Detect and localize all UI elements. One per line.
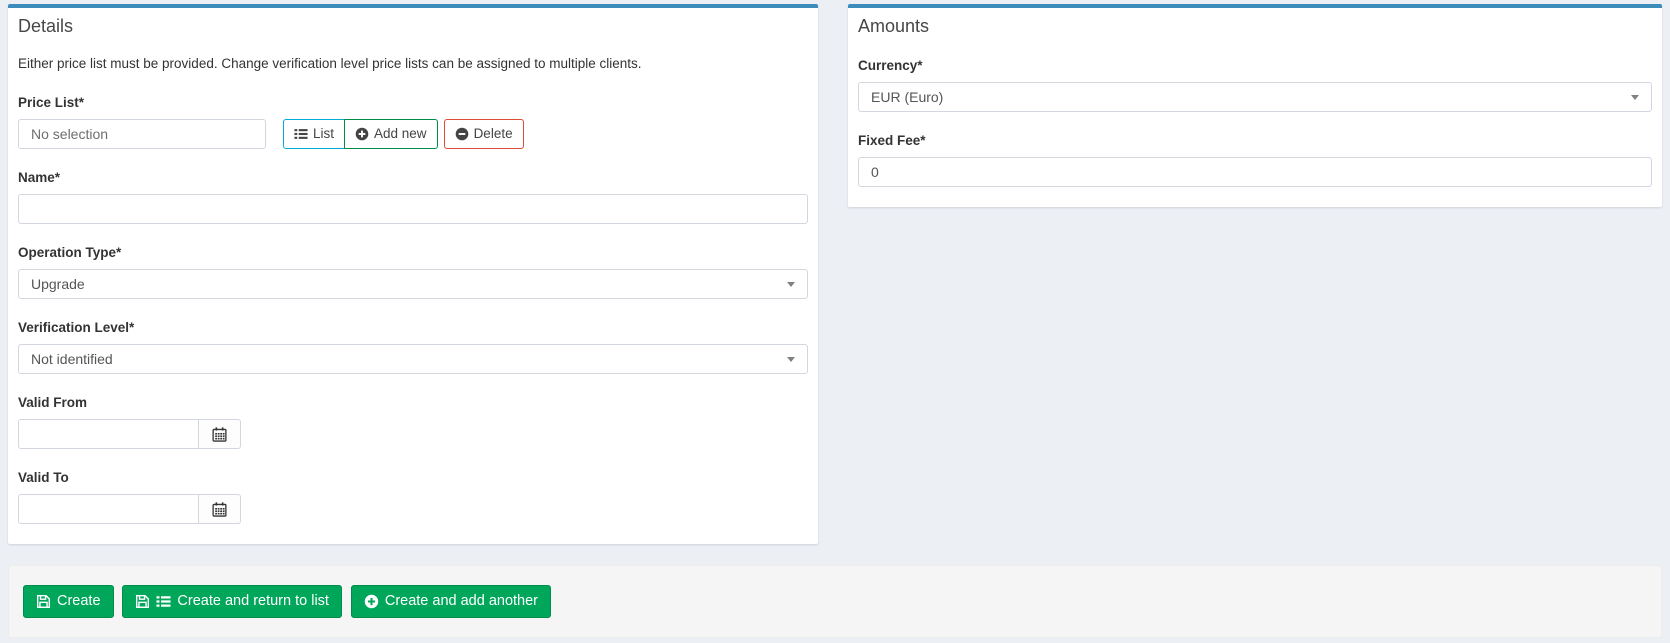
operation-type-label: Operation Type*	[18, 246, 808, 260]
details-panel-title: Details	[18, 16, 73, 36]
amounts-panel-header: Amounts	[848, 8, 1662, 39]
create-and-add-another-button[interactable]: Create and add another	[351, 585, 551, 618]
verification-level-select[interactable]: Not identified	[18, 344, 808, 374]
calendar-icon	[212, 427, 227, 442]
details-panel: Details Either price list must be provid…	[8, 4, 818, 544]
calendar-icon	[212, 502, 227, 517]
name-input[interactable]	[18, 194, 808, 224]
fixed-fee-label: Fixed Fee*	[858, 134, 1652, 148]
valid-from-datepicker-button[interactable]	[199, 419, 241, 449]
valid-to-datepicker-button[interactable]	[199, 494, 241, 524]
fixed-fee-field-group: Fixed Fee*	[858, 134, 1652, 187]
verification-level-label: Verification Level*	[18, 321, 808, 335]
plus-circle-icon	[364, 594, 379, 609]
plus-circle-icon	[355, 127, 369, 141]
valid-to-input[interactable]	[18, 494, 199, 524]
operation-type-field-group: Operation Type* Upgrade	[18, 246, 808, 299]
save-icon	[36, 594, 51, 609]
amounts-panel: Amounts Currency* EUR (Euro) Fixed Fee*	[848, 4, 1662, 207]
price-list-field-group: Price List* List	[18, 96, 808, 149]
create-and-add-another-button-label: Create and add another	[385, 594, 538, 609]
currency-select[interactable]: EUR (Euro)	[858, 82, 1652, 112]
price-list-add-new-button-label: Add new	[374, 127, 427, 141]
list-icon	[156, 594, 171, 609]
price-list-list-button[interactable]: List	[283, 119, 345, 149]
price-list-delete-button-label: Delete	[474, 127, 513, 141]
verification-level-field-group: Verification Level* Not identified	[18, 321, 808, 374]
currency-label: Currency*	[858, 59, 1652, 73]
valid-to-field-group: Valid To	[18, 471, 808, 524]
minus-circle-icon	[455, 127, 469, 141]
valid-to-label: Valid To	[18, 471, 808, 485]
create-and-return-button-label: Create and return to list	[177, 594, 329, 609]
form-action-bar: Create Create and return to list Create …	[8, 565, 1662, 638]
fixed-fee-input[interactable]	[858, 157, 1652, 187]
price-list-delete-button[interactable]: Delete	[444, 119, 524, 149]
amounts-panel-title: Amounts	[858, 16, 929, 36]
price-list-input[interactable]	[18, 119, 266, 149]
operation-type-select[interactable]: Upgrade	[18, 269, 808, 299]
create-button[interactable]: Create	[23, 585, 114, 618]
currency-field-group: Currency* EUR (Euro)	[858, 59, 1652, 112]
list-icon	[294, 127, 308, 141]
valid-from-field-group: Valid From	[18, 396, 808, 449]
name-field-group: Name*	[18, 171, 808, 224]
save-icon	[135, 594, 150, 609]
price-list-list-button-label: List	[313, 127, 334, 141]
details-panel-header: Details	[8, 8, 818, 39]
price-list-label: Price List*	[18, 96, 808, 110]
valid-from-input[interactable]	[18, 419, 199, 449]
name-label: Name*	[18, 171, 808, 185]
price-list-add-new-button[interactable]: Add new	[344, 119, 438, 149]
valid-from-label: Valid From	[18, 396, 808, 410]
details-help-text: Either price list must be provided. Chan…	[18, 55, 808, 72]
form-content: Details Either price list must be provid…	[0, 0, 1670, 544]
create-button-label: Create	[57, 594, 101, 609]
price-list-button-group: List Add new	[283, 119, 438, 149]
create-and-return-button[interactable]: Create and return to list	[122, 585, 342, 618]
